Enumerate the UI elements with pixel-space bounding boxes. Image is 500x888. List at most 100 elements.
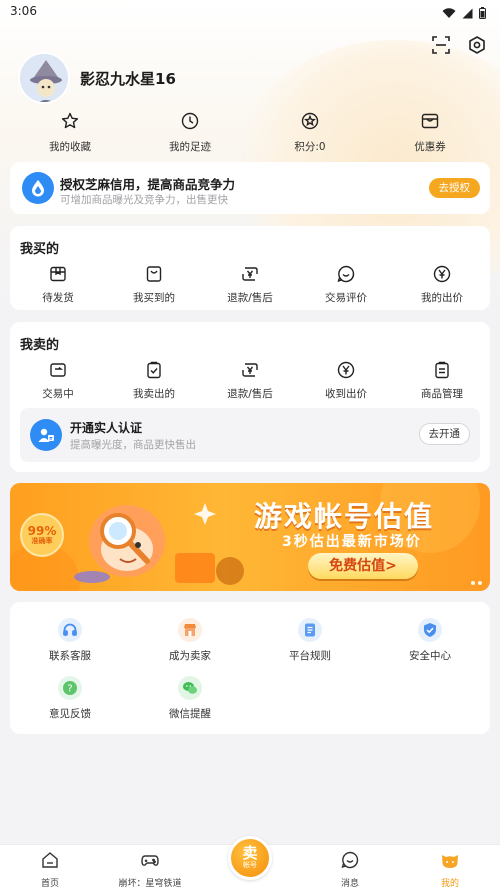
accuracy-label: 准确率 [31, 536, 53, 545]
svg-text:?: ? [67, 684, 72, 695]
carousel-indicator [471, 581, 482, 585]
service-feedback[interactable]: ? 意见反馈 [10, 676, 130, 734]
sell-item-received-bids[interactable]: 收到出价 [298, 360, 394, 401]
service-platform-rules[interactable]: 平台规则 [250, 618, 370, 676]
username[interactable]: 影忍九水星16 [80, 68, 176, 89]
buy-item-my-bids[interactable]: 我的出价 [394, 264, 490, 305]
cat-face-icon [440, 851, 460, 873]
nav-game[interactable]: 崩坏：星穹铁道 [100, 845, 200, 888]
services-card: 联系客服 成为卖家 平台规则 安全中心 ? 意见反馈 微信提醒 [10, 602, 490, 734]
status-icons [442, 4, 486, 23]
buy-item-label: 我的出价 [421, 292, 463, 304]
verification-title: 开通实人认证 [70, 421, 143, 435]
nav-home[interactable]: 首页 [0, 845, 100, 888]
sell-section-title: 我卖的 [20, 338, 60, 353]
sell-fab-label: 卖 [242, 844, 258, 862]
service-security-center[interactable]: 安全中心 [370, 618, 490, 676]
headset-icon [58, 618, 82, 642]
quick-item-label: 优惠券 [414, 141, 446, 153]
quick-actions: 我的收藏 我的足迹 积分:0 优惠券 [10, 112, 490, 158]
sell-item-label: 我卖出的 [133, 388, 175, 400]
star-icon [61, 112, 79, 134]
authorize-button[interactable]: 去授权 [428, 178, 480, 198]
points-icon [301, 112, 319, 134]
credit-auth-card[interactable]: 授权芝麻信用，提高商品竞争力 可增加商品曝光及竞争力，出售更快 去授权 [10, 162, 490, 214]
nav-label: 消息 [340, 879, 359, 888]
sell-item-label: 商品管理 [421, 388, 463, 400]
service-label: 平台规则 [289, 650, 331, 662]
scan-icon[interactable] [430, 34, 452, 56]
enable-verification-button[interactable]: 去开通 [418, 423, 470, 445]
credit-auth-subtitle: 可增加商品曝光及竞争力，出售更快 [60, 194, 228, 206]
sell-item-sold[interactable]: 我卖出的 [106, 360, 202, 401]
wallet-icon [48, 360, 68, 380]
sell-section: 我卖的 交易中 我卖出的 退款/售后 收到出价 商品管理 开通实人认证 提高曝光… [10, 322, 490, 472]
document-icon [298, 618, 322, 642]
nav-label: 我的 [440, 879, 459, 888]
quick-item-coupons[interactable]: 优惠券 [370, 112, 490, 158]
box-icon [48, 264, 68, 284]
smile-icon [336, 264, 356, 284]
nav-label: 首页 [40, 879, 59, 888]
sell-account-button[interactable]: 卖 帐号 [228, 836, 272, 880]
message-icon [341, 851, 359, 873]
buy-section-title: 我买的 [20, 242, 60, 257]
list-icon [432, 360, 452, 380]
quick-item-label: 我的收藏 [49, 141, 91, 153]
sell-fab-sublabel: 帐号 [243, 861, 257, 869]
service-label: 联系客服 [49, 650, 91, 662]
wechat-icon [178, 676, 202, 700]
sell-item-label: 收到出价 [325, 388, 367, 400]
clipboard-check-icon [144, 360, 164, 380]
buy-item-label: 待发货 [42, 292, 74, 304]
buy-item-bought[interactable]: 我买到的 [106, 264, 202, 305]
sell-item-refund[interactable]: 退款/售后 [202, 360, 298, 401]
battery-icon [479, 4, 486, 23]
services-grid: 联系客服 成为卖家 平台规则 安全中心 ? 意见反馈 微信提醒 [10, 618, 490, 734]
buy-item-review[interactable]: 交易评价 [298, 264, 394, 305]
signal-icon [462, 4, 473, 23]
yen-icon [336, 360, 356, 380]
sell-actions: 交易中 我卖出的 退款/售后 收到出价 商品管理 [10, 360, 490, 401]
mascot-illustration [72, 493, 182, 585]
service-label: 微信提醒 [169, 708, 211, 720]
service-label: 成为卖家 [169, 650, 211, 662]
sell-item-product-management[interactable]: 商品管理 [394, 360, 490, 401]
buy-item-pending-shipment[interactable]: 待发货 [10, 264, 106, 305]
quick-item-label: 我的足迹 [169, 141, 211, 153]
service-wechat-reminder[interactable]: 微信提醒 [130, 676, 250, 734]
avatar[interactable] [18, 52, 70, 104]
accuracy-badge: 99% 准确率 [20, 513, 64, 557]
gamepad-icon [141, 851, 159, 873]
quick-item-favorites[interactable]: 我的收藏 [10, 112, 130, 158]
clock-icon [181, 112, 199, 134]
quick-item-history[interactable]: 我的足迹 [130, 112, 250, 158]
service-customer-support[interactable]: 联系客服 [10, 618, 130, 676]
free-valuation-button[interactable]: 免费估值> [308, 553, 418, 579]
home-icon [41, 851, 59, 873]
buy-item-refund[interactable]: 退款/售后 [202, 264, 298, 305]
quick-item-label: 积分:0 [294, 141, 326, 153]
status-time: 3:06 [10, 4, 37, 18]
nav-messages[interactable]: 消息 [300, 845, 400, 888]
identity-verification-card[interactable]: 开通实人认证 提高曝光度，商品更快售出 去开通 [20, 408, 480, 462]
bag-icon [144, 264, 164, 284]
quick-item-points[interactable]: 积分:0 [250, 112, 370, 158]
refund-icon [240, 360, 260, 380]
buy-item-label: 我买到的 [133, 292, 175, 304]
sell-item-in-trade[interactable]: 交易中 [10, 360, 106, 401]
settings-icon[interactable] [466, 34, 488, 56]
service-label: 意见反馈 [49, 708, 91, 720]
buy-item-label: 退款/售后 [227, 292, 273, 304]
nav-mine[interactable]: 我的 [400, 845, 500, 888]
banner-subtitle: 3秒估出最新市场价 [282, 534, 422, 550]
coupon-icon [421, 112, 439, 134]
valuation-banner[interactable]: 99% 准确率 游戏帐号估值 3秒估出最新市场价 免费估值> [10, 483, 490, 591]
yen-icon [432, 264, 452, 284]
banner-title: 游戏帐号估值 [254, 500, 435, 533]
refund-icon [240, 264, 260, 284]
header-actions [430, 34, 488, 56]
shield-icon [418, 618, 442, 642]
accuracy-percent: 99% [27, 523, 57, 538]
service-become-seller[interactable]: 成为卖家 [130, 618, 250, 676]
